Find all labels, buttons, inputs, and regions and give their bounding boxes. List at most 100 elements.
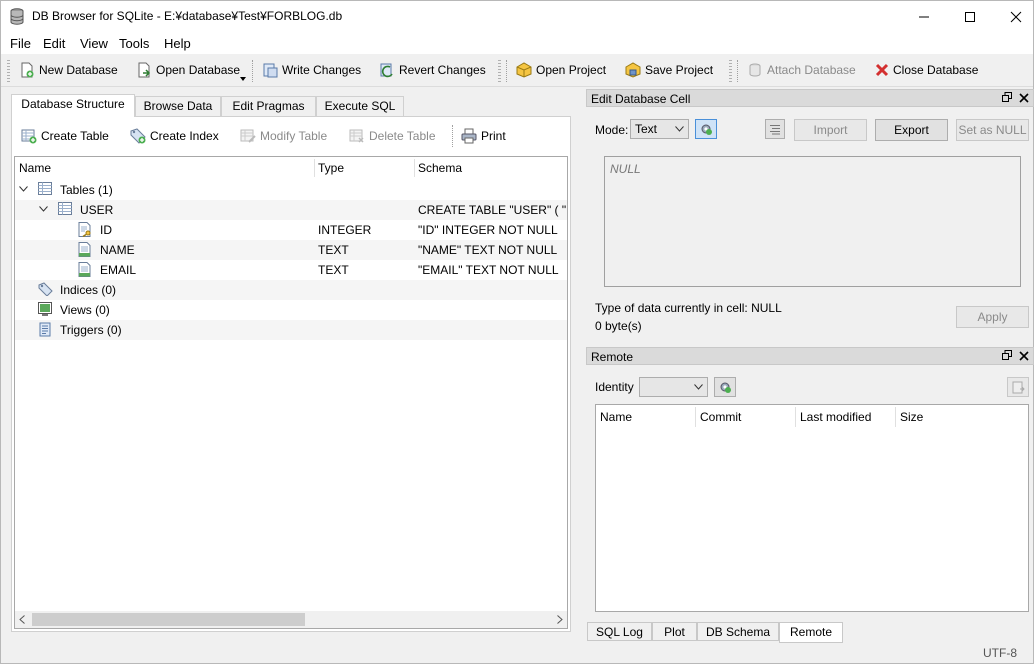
new-database-button[interactable]: New Database: [19, 59, 118, 81]
scroll-right-icon[interactable]: [557, 615, 563, 624]
mode-select[interactable]: Text: [630, 119, 689, 139]
tab-edit-pragmas[interactable]: Edit Pragmas: [221, 96, 316, 117]
tree-row-user-table[interactable]: USER CREATE TABLE "USER" ( "ID": [15, 200, 567, 220]
chevron-down-icon: [694, 384, 703, 390]
remote-column-name[interactable]: Name: [600, 410, 632, 424]
print-button[interactable]: Print: [461, 125, 506, 147]
main-window: DB Browser for SQLite - E:¥database¥Test…: [0, 0, 1034, 664]
tree-row-triggers[interactable]: Triggers (0): [15, 320, 567, 340]
tab-browse-data[interactable]: Browse Data: [135, 96, 221, 117]
remote-column-size[interactable]: Size: [900, 410, 923, 424]
maximize-button[interactable]: [947, 1, 993, 32]
identity-select[interactable]: [639, 377, 708, 397]
main-toolbar: New Database Open Database Write Changes…: [1, 54, 1033, 87]
open-project-icon: [516, 62, 532, 78]
cell-value-editor[interactable]: NULL: [604, 156, 1021, 287]
chevron-down-icon[interactable]: [19, 186, 28, 192]
write-changes-icon: [263, 63, 278, 78]
delete-table-button[interactable]: Delete Table: [349, 125, 436, 147]
toolbar-separator: [506, 60, 507, 82]
float-dock-icon[interactable]: [1002, 350, 1012, 360]
tab-database-structure[interactable]: Database Structure: [11, 94, 135, 117]
save-project-button[interactable]: Save Project: [625, 59, 713, 81]
scrollbar-thumb[interactable]: [32, 613, 305, 626]
primary-key-field-icon: [78, 222, 91, 237]
remote-column-last-modified[interactable]: Last modified: [800, 410, 871, 424]
column-header-type[interactable]: Type: [318, 161, 344, 175]
menu-file[interactable]: File: [10, 36, 31, 51]
menu-tools[interactable]: Tools: [119, 36, 149, 51]
view-icon: [38, 302, 52, 316]
tree-row-field-name[interactable]: NAME TEXT "NAME" TEXT NOT NULL: [15, 240, 567, 260]
tree-row-tables[interactable]: Tables (1): [15, 180, 567, 200]
modify-table-button[interactable]: Modify Table: [240, 125, 327, 147]
window-title: DB Browser for SQLite - E:¥database¥Test…: [32, 9, 343, 23]
tab-sql-log[interactable]: SQL Log: [587, 622, 652, 641]
tree-row-field-id[interactable]: ID INTEGER "ID" INTEGER NOT NULL: [15, 220, 567, 240]
database-app-icon: [10, 8, 24, 25]
title-bar: DB Browser for SQLite - E:¥database¥Test…: [1, 1, 1033, 32]
scroll-left-icon[interactable]: [19, 615, 25, 624]
remote-column-commit[interactable]: Commit: [700, 410, 741, 424]
create-index-icon: [130, 128, 146, 144]
settings-icon: [720, 382, 731, 393]
close-icon: [1010, 11, 1022, 22]
open-project-button[interactable]: Open Project: [516, 59, 606, 81]
upload-icon: [1012, 381, 1025, 394]
toolbar-grip[interactable]: [7, 60, 10, 82]
toolbar-separator: [252, 60, 253, 82]
toolbar-grip[interactable]: [498, 60, 501, 82]
attach-database-button[interactable]: Attach Database: [747, 59, 856, 81]
close-dock-icon[interactable]: [1019, 93, 1029, 103]
auto-switch-mode-button[interactable]: [695, 119, 717, 139]
column-header-schema[interactable]: Schema: [418, 161, 462, 175]
column-header-name[interactable]: Name: [19, 161, 51, 175]
tree-row-indices[interactable]: Indices (0): [15, 280, 567, 300]
settings-icon: [701, 124, 712, 135]
delete-table-icon: [349, 129, 364, 143]
minimize-button[interactable]: [901, 1, 947, 32]
write-changes-button[interactable]: Write Changes: [262, 59, 361, 81]
cell-value-text: NULL: [610, 162, 641, 176]
tab-execute-sql[interactable]: Execute SQL: [316, 96, 404, 117]
chevron-down-icon[interactable]: [39, 206, 48, 212]
identity-settings-button[interactable]: [714, 377, 736, 397]
menu-edit[interactable]: Edit: [43, 36, 65, 51]
toolbar-grip[interactable]: [729, 60, 732, 82]
tree-row-field-email[interactable]: EMAIL TEXT "EMAIL" TEXT NOT NULL: [15, 260, 567, 280]
identity-label: Identity: [595, 380, 634, 394]
minimize-icon: [919, 16, 929, 17]
tab-db-schema[interactable]: DB Schema: [697, 622, 779, 641]
close-dock-icon[interactable]: [1019, 351, 1029, 361]
tree-row-views[interactable]: Views (0): [15, 300, 567, 320]
revert-changes-button[interactable]: Revert Changes: [379, 59, 486, 81]
schema-tree[interactable]: Name Type Schema Tables (1) USER CREATE …: [14, 156, 568, 629]
close-window-button[interactable]: [993, 1, 1034, 32]
export-button[interactable]: Export: [875, 119, 948, 141]
dropdown-arrow-icon[interactable]: [240, 77, 246, 81]
remote-file-list[interactable]: Name Commit Last modified Size: [595, 404, 1029, 612]
import-button[interactable]: Import: [794, 119, 867, 141]
push-database-button[interactable]: [1007, 377, 1029, 397]
cell-type-info: Type of data currently in cell: NULL: [595, 301, 782, 315]
horizontal-scrollbar[interactable]: [15, 611, 567, 628]
menu-help[interactable]: Help: [164, 36, 191, 51]
table-icon: [38, 182, 52, 195]
close-database-icon: [875, 63, 889, 77]
maximize-icon: [965, 11, 975, 22]
close-database-button[interactable]: Close Database: [875, 59, 978, 81]
index-icon: [38, 282, 53, 296]
column-divider: [895, 407, 896, 427]
tab-plot[interactable]: Plot: [652, 622, 697, 641]
menu-view[interactable]: View: [80, 36, 108, 51]
menu-bar: File Edit View Tools Help: [1, 32, 1033, 54]
float-dock-icon[interactable]: [1002, 92, 1012, 102]
toolbar-separator: [737, 60, 738, 82]
open-database-button[interactable]: Open Database: [136, 59, 240, 81]
apply-button[interactable]: Apply: [956, 306, 1029, 328]
create-table-button[interactable]: Create Table: [21, 125, 109, 147]
set-as-null-button[interactable]: Set as NULL: [956, 119, 1029, 141]
tab-remote[interactable]: Remote: [779, 622, 843, 643]
create-index-button[interactable]: Create Index: [130, 125, 219, 147]
word-wrap-button[interactable]: [765, 119, 785, 139]
